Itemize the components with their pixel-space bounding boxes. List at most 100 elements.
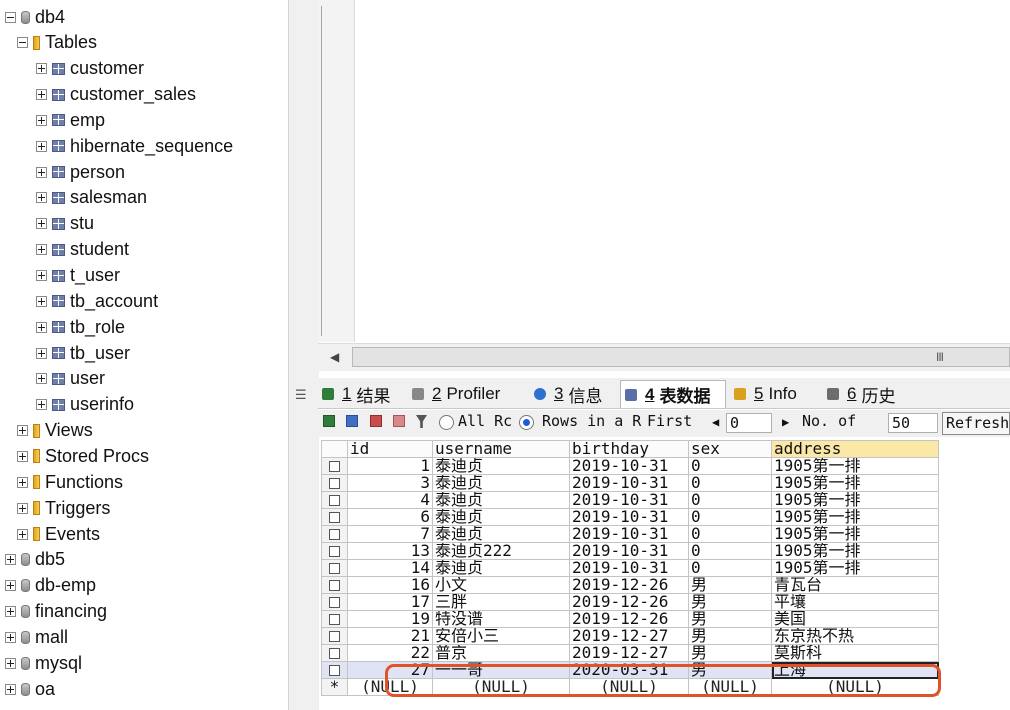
row-select-checkbox[interactable]: [321, 661, 348, 679]
cell-username[interactable]: 泰迪贞: [432, 457, 570, 475]
cell-id[interactable]: 16: [347, 576, 433, 594]
cell-username[interactable]: 泰迪贞222: [432, 542, 570, 560]
cell-id[interactable]: 22: [347, 644, 433, 662]
expand-icon[interactable]: [36, 399, 47, 411]
refresh-button[interactable]: Refresh: [942, 412, 1010, 435]
column-header-address[interactable]: address: [771, 440, 939, 458]
null-cell[interactable]: (NULL): [771, 678, 939, 696]
checkbox-icon[interactable]: [329, 614, 340, 625]
null-cell[interactable]: (NULL): [347, 678, 433, 696]
cell-birthday[interactable]: 2019-12-27: [569, 644, 689, 662]
scroll-left-arrow-icon[interactable]: ◀: [330, 350, 339, 364]
cell-address[interactable]: 1905第一排: [771, 457, 939, 475]
tree-node-table[interactable]: hibernate_sequence: [36, 133, 233, 159]
expand-icon[interactable]: [5, 657, 16, 669]
cell-sex[interactable]: 男: [688, 661, 772, 679]
column-header-id[interactable]: id: [347, 440, 433, 458]
cell-address[interactable]: 1905第一排: [771, 508, 939, 526]
scrollbar-thumb[interactable]: III: [352, 347, 1010, 367]
cell-username[interactable]: 泰迪贞: [432, 525, 570, 543]
row-select-checkbox[interactable]: [321, 525, 348, 543]
tree-node-db[interactable]: oa: [5, 676, 55, 702]
cell-birthday[interactable]: 2019-10-31: [569, 525, 689, 543]
row-select-checkbox[interactable]: [321, 508, 348, 526]
query-editor[interactable]: [318, 0, 1010, 342]
table-data-grid[interactable]: id username birthday sex address 1 泰迪贞 2019-10…: [321, 440, 939, 696]
row-select-checkbox[interactable]: [321, 491, 348, 509]
editor-horizontal-scrollbar[interactable]: ◀ III: [318, 343, 1010, 371]
tree-node-table[interactable]: stu: [36, 211, 94, 237]
expand-icon[interactable]: [5, 631, 16, 643]
delete-row-icon[interactable]: [370, 415, 382, 427]
tree-node-folder[interactable]: Functions: [17, 469, 123, 495]
checkbox-icon[interactable]: [329, 529, 340, 540]
cell-address[interactable]: 青瓦台: [771, 576, 939, 594]
cell-address[interactable]: 1905第一排: [771, 542, 939, 560]
expand-icon[interactable]: [36, 192, 47, 204]
collapse-icon[interactable]: [5, 11, 16, 23]
table-row[interactable]: 3 泰迪贞 2019-10-31 0 1905第一排: [321, 474, 939, 492]
tree-node-folder[interactable]: Tables: [17, 30, 97, 56]
filter-icon[interactable]: [416, 415, 427, 428]
expand-icon[interactable]: [5, 606, 16, 618]
expand-icon[interactable]: [36, 295, 47, 307]
row-select-checkbox[interactable]: [321, 457, 348, 475]
cell-sex[interactable]: 男: [688, 593, 772, 611]
cell-address[interactable]: 1905第一排: [771, 525, 939, 543]
cell-username[interactable]: 泰迪贞: [432, 491, 570, 509]
null-cell[interactable]: (NULL): [569, 678, 689, 696]
table-row[interactable]: 22 普京 2019-12-27 男莫斯科: [321, 644, 939, 662]
cell-username[interactable]: 小文: [432, 576, 570, 594]
table-row[interactable]: 17 三胖 2019-12-26 男平壤: [321, 593, 939, 611]
checkbox-icon[interactable]: [329, 512, 340, 523]
cell-birthday[interactable]: 2019-10-31: [569, 491, 689, 509]
checkbox-icon[interactable]: [329, 546, 340, 557]
cell-address[interactable]: 莫斯科: [771, 644, 939, 662]
row-select-checkbox[interactable]: [321, 559, 348, 577]
tab-3[interactable]: 4 表数据: [620, 380, 726, 408]
cell-sex[interactable]: 0: [688, 525, 772, 543]
tree-node-db[interactable]: db5: [5, 547, 65, 573]
tree-node-db[interactable]: mysql: [5, 650, 82, 676]
checkbox-icon[interactable]: [329, 478, 340, 489]
cell-id[interactable]: 21: [347, 627, 433, 645]
cell-username[interactable]: 三胖: [432, 593, 570, 611]
cell-birthday[interactable]: 2019-10-31: [569, 508, 689, 526]
tab-5[interactable]: 6 历史: [823, 380, 913, 408]
tree-node-table[interactable]: student: [36, 237, 129, 263]
expand-icon[interactable]: [36, 244, 47, 256]
table-row[interactable]: 13 泰迪贞222 2019-10-31 0 1905第一排: [321, 542, 939, 560]
save-icon[interactable]: [346, 415, 358, 427]
cell-address[interactable]: 美国: [771, 610, 939, 628]
checkbox-icon[interactable]: [329, 461, 340, 472]
cell-address[interactable]: 1905第一排: [771, 491, 939, 509]
first-row-input[interactable]: 0: [726, 413, 772, 433]
table-row[interactable]: 19 特没谱 2019-12-26 男美国: [321, 610, 939, 628]
cell-id[interactable]: 1: [347, 457, 433, 475]
cell-username[interactable]: 安倍小三: [432, 627, 570, 645]
cell-sex[interactable]: 男: [688, 576, 772, 594]
all-rows-radio[interactable]: [439, 415, 454, 430]
cell-id[interactable]: 19: [347, 610, 433, 628]
checkbox-icon[interactable]: [329, 631, 340, 642]
cell-birthday[interactable]: 2019-12-26: [569, 576, 689, 594]
tree-node-db[interactable]: mall: [5, 624, 68, 650]
expand-icon[interactable]: [17, 450, 28, 462]
tree-node-db[interactable]: db4: [5, 4, 65, 30]
rows-in-range-radio[interactable]: [519, 415, 534, 430]
table-row[interactable]: 27 一一哥 2020-03-31 男上海: [321, 661, 939, 679]
row-select-checkbox[interactable]: [321, 610, 348, 628]
table-row[interactable]: 4 泰迪贞 2019-10-31 0 1905第一排: [321, 491, 939, 509]
first-increment-icon[interactable]: ▶: [782, 415, 789, 429]
splitter-grip-icon[interactable]: ☰: [295, 388, 307, 402]
cell-birthday[interactable]: 2019-12-26: [569, 610, 689, 628]
checkbox-icon[interactable]: [329, 580, 340, 591]
tab-2[interactable]: 3 信息: [530, 380, 616, 408]
cell-username[interactable]: 特没谱: [432, 610, 570, 628]
row-select-checkbox[interactable]: [321, 542, 348, 560]
panel-splitter[interactable]: ☰: [288, 0, 319, 710]
tree-node-folder[interactable]: Events: [17, 521, 100, 547]
cell-id[interactable]: 27: [347, 661, 433, 679]
expand-icon[interactable]: [17, 476, 28, 488]
cell-username[interactable]: 泰迪贞: [432, 474, 570, 492]
